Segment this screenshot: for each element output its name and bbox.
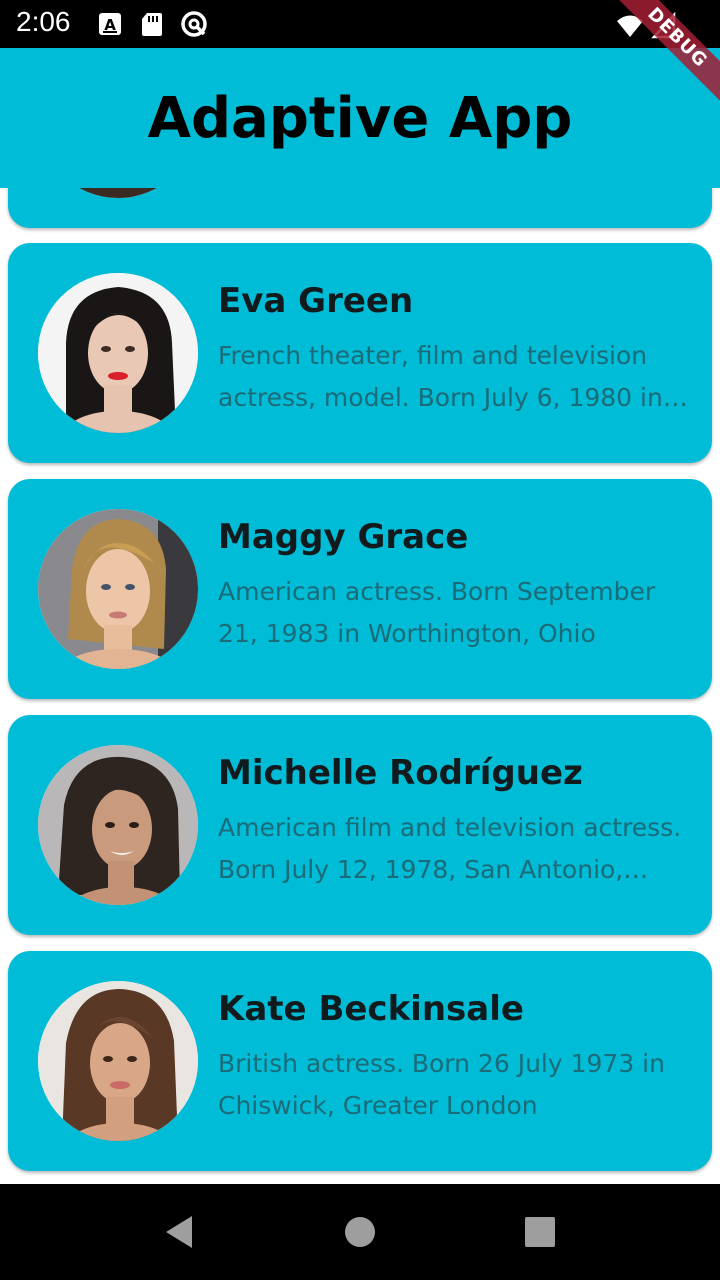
person-avatar <box>38 509 198 669</box>
person-name: Eva Green <box>218 281 414 321</box>
home-circle-icon[interactable] <box>342 1214 378 1250</box>
app-bar: Adaptive App <box>0 48 720 188</box>
person-card-kate-beckinsale[interactable]: Kate Beckinsale British actress. Born 26… <box>8 951 712 1171</box>
person-name: Kate Beckinsale <box>218 989 524 1029</box>
recents-square-icon[interactable] <box>522 1214 558 1250</box>
person-description: French theater, film and television actr… <box>218 341 663 412</box>
status-bar: 2:06 A <box>0 0 720 48</box>
circle-q-icon <box>181 11 207 37</box>
screen: Eva Green French theater, film and telev… <box>0 0 720 1280</box>
font-a-icon: A <box>99 13 121 35</box>
person-card-eva-green[interactable]: Eva Green French theater, film and telev… <box>8 243 712 463</box>
status-time: 2:06 <box>16 6 71 37</box>
person-avatar <box>38 273 198 433</box>
person-avatar <box>38 745 198 905</box>
sd-card-icon <box>142 13 162 36</box>
person-description: American film and television actress. Bo… <box>218 813 682 884</box>
person-name: Maggy Grace <box>218 517 469 557</box>
back-triangle-icon[interactable] <box>162 1214 198 1250</box>
person-name: Michelle Rodríguez <box>218 753 583 793</box>
person-card-maggy-grace[interactable]: Maggy Grace American actress. Born Septe… <box>8 479 712 699</box>
person-description: American actress. Born September 21, 198… <box>218 577 656 648</box>
navigation-bar <box>0 1184 720 1280</box>
app-title: Adaptive App <box>147 85 573 151</box>
person-card-michelle-rodriguez[interactable]: Michelle Rodríguez American film and tel… <box>8 715 712 935</box>
person-description: British actress. Born 26 July 1973 in Ch… <box>218 1049 665 1120</box>
person-avatar <box>38 981 198 1141</box>
